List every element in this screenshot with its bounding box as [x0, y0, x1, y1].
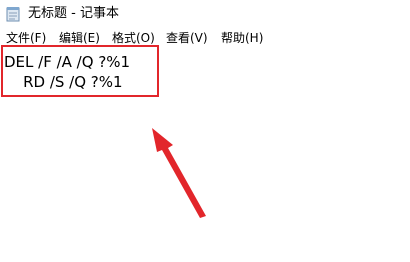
red-arrow-icon	[152, 128, 206, 218]
notepad-window: 无标题 - 记事本 文件(F) 编辑(E) 格式(O) 查看(V) 帮助(H) …	[0, 0, 410, 262]
